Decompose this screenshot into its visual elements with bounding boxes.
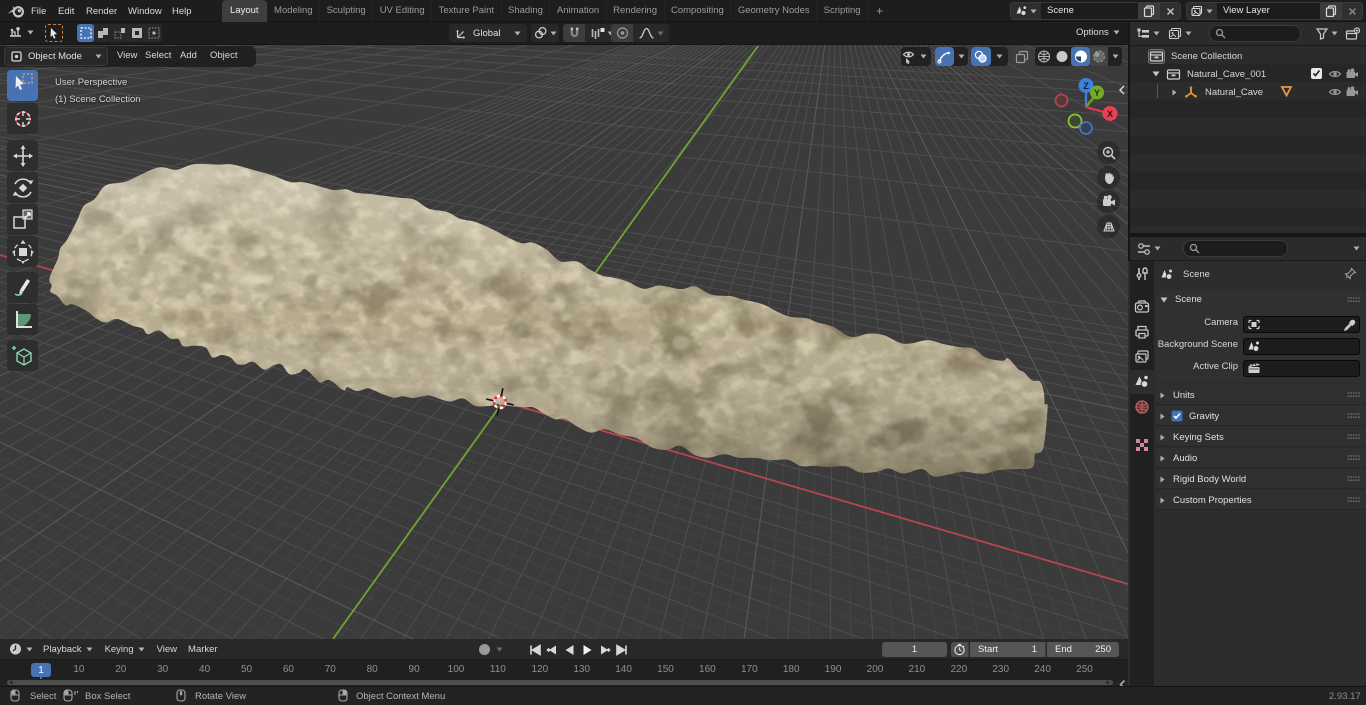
svg-text:Y: Y <box>1094 88 1100 98</box>
svg-text:Z: Z <box>1083 81 1089 91</box>
svg-text:X: X <box>1107 109 1113 119</box>
